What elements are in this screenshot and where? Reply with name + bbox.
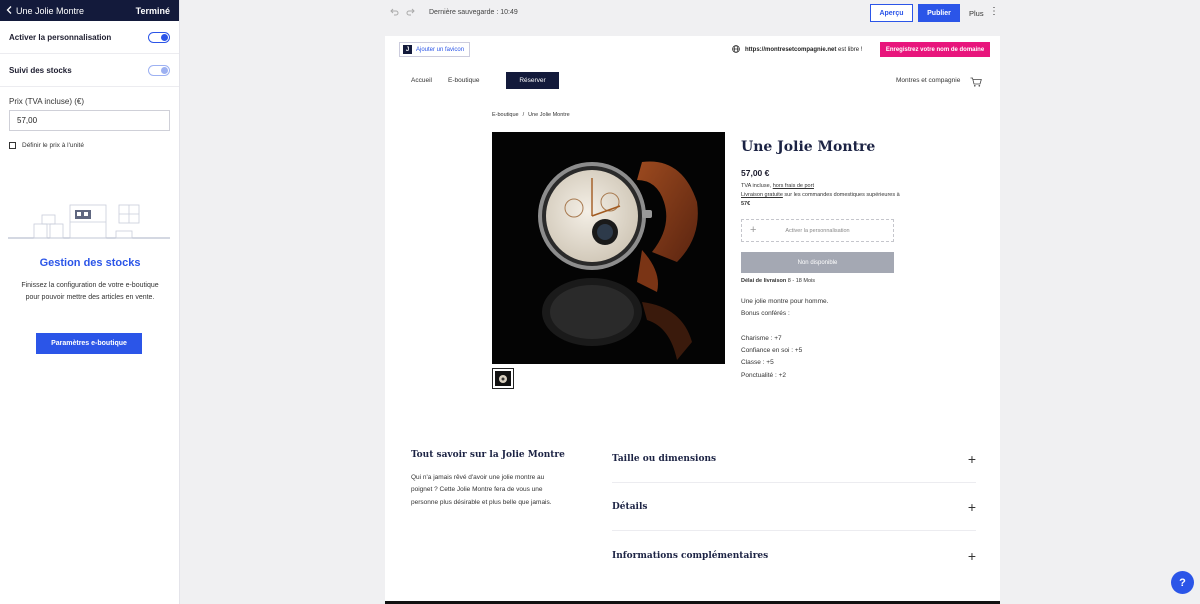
- domain-status: est libre !: [838, 47, 863, 53]
- panel-header: Une Jolie Montre Terminé: [0, 0, 179, 21]
- back-button[interactable]: Une Jolie Montre: [6, 6, 84, 16]
- stock-tracking-row: Suivi des stocks: [0, 54, 179, 87]
- reserve-button[interactable]: Réserver: [506, 72, 559, 89]
- delivery-delay-label: Délai de livraison: [741, 278, 787, 284]
- editor-toolbar: Dernière sauvegarde : 10:49 Aperçu Publi…: [180, 0, 1200, 27]
- product-image[interactable]: [492, 132, 725, 364]
- more-button[interactable]: Plus: [969, 9, 984, 18]
- domain-availability: https://montresetcompagnie.net est libre…: [732, 45, 862, 55]
- redo-icon[interactable]: [406, 8, 415, 18]
- preview-button[interactable]: Aperçu: [870, 4, 913, 22]
- done-button[interactable]: Terminé: [136, 6, 170, 16]
- product-description: Une jolie montre pour homme. Bonus confé…: [741, 296, 828, 382]
- stock-tracking-label: Suivi des stocks: [9, 65, 72, 75]
- product-price: 57,00 €: [741, 168, 770, 178]
- free-shipping-text: sur les commandes domestiques supérieure…: [784, 192, 900, 198]
- free-shipping-link[interactable]: Livraison gratuite: [741, 192, 783, 198]
- description-line: Une jolie montre pour homme.: [741, 298, 829, 305]
- last-saved-status: Dernière sauvegarde : 10:49: [429, 9, 518, 16]
- add-favicon-label: Ajouter un favicon: [416, 46, 465, 53]
- personalization-row: Activer la personnalisation: [0, 21, 179, 54]
- warehouse-illustration-icon: [8, 204, 170, 239]
- unit-price-label: Définir le prix à l'unité: [22, 142, 84, 149]
- product-title: Une Jolie Montre: [741, 139, 876, 155]
- accordion-size[interactable]: Taille ou dimensions +: [612, 436, 976, 483]
- breadcrumb-shop[interactable]: E-boutique: [492, 112, 519, 118]
- plus-icon: +: [967, 547, 976, 564]
- personalization-toggle[interactable]: [148, 31, 170, 43]
- nav-home[interactable]: Accueil: [411, 77, 432, 84]
- price-input[interactable]: [9, 110, 170, 131]
- panel-title: Une Jolie Montre: [16, 5, 85, 16]
- unit-price-checkbox[interactable]: [9, 142, 16, 149]
- register-domain-button[interactable]: Enregistrez votre nom de domaine: [880, 42, 990, 57]
- shop-settings-button[interactable]: Paramètres e-boutique: [36, 333, 142, 354]
- accordion-additional-info[interactable]: Informations complémentaires +: [612, 532, 976, 579]
- accordion-title: Informations complémentaires: [612, 550, 769, 561]
- plus-icon: +: [750, 224, 757, 236]
- delivery-delay-value: 8 - 18 Mois: [787, 278, 815, 284]
- about-text: Qui n'a jamais rêvé d'avoir une jolie mo…: [411, 474, 552, 506]
- toggle-knob: [161, 66, 168, 74]
- watch-photo-icon: [492, 132, 725, 364]
- unavailable-button: Non disponible: [741, 252, 894, 273]
- about-title: Tout savoir sur la Jolie Montre: [411, 450, 565, 460]
- personalization-label: Activer la personnalisation: [9, 32, 112, 42]
- publish-button[interactable]: Publier: [918, 4, 960, 22]
- breadcrumb-current: Une Jolie Montre: [528, 112, 570, 118]
- tax-shipping-info: TVA incluse, hors frais de port Livraiso…: [741, 182, 901, 209]
- undo-icon[interactable]: [390, 8, 399, 18]
- accordion-title: Taille ou dimensions: [612, 454, 717, 464]
- shipping-fees-link[interactable]: hors frais de port: [773, 183, 814, 189]
- accordion-details[interactable]: Détails +: [612, 484, 976, 531]
- plus-icon: +: [967, 499, 976, 515]
- tax-included: TVA incluse,: [741, 183, 772, 189]
- website-canvas: J Ajouter un favicon https://montresetco…: [385, 36, 1000, 604]
- cart-icon[interactable]: [970, 74, 982, 92]
- product-thumbnail[interactable]: [492, 368, 514, 389]
- description-line: Charisme : +7: [741, 334, 782, 342]
- domain-name: https://montresetcompagnie.net: [745, 47, 837, 53]
- accordion-title: Détails: [612, 502, 648, 512]
- site-brand: Montres et compagnie: [896, 77, 961, 84]
- description-line: [741, 321, 828, 333]
- description-line: Classe : +5: [741, 359, 774, 367]
- help-button[interactable]: ?: [1171, 571, 1194, 594]
- personalization-field-label: Activer la personnalisation: [785, 227, 850, 234]
- delivery-delay: Délai de livraison 8 - 18 Mois: [741, 278, 815, 284]
- unit-price-row: Définir le prix à l'unité: [0, 131, 179, 160]
- favicon-icon: J: [403, 45, 412, 54]
- free-shipping-threshold: 57€: [741, 201, 751, 207]
- chevron-left-icon: [6, 5, 12, 16]
- kebab-menu-icon[interactable]: ⋮: [989, 6, 999, 17]
- nav-shop[interactable]: E-boutique: [448, 77, 479, 84]
- description-line: Confiance en soi : +5: [741, 347, 803, 355]
- globe-icon: [732, 45, 740, 55]
- breadcrumb: E-boutique / Une Jolie Montre: [492, 112, 570, 118]
- settings-panel: Une Jolie Montre Terminé Activer la pers…: [0, 0, 180, 604]
- price-label: Prix (TVA incluse) (€): [9, 97, 84, 106]
- stock-tracking-toggle[interactable]: [148, 64, 170, 76]
- description-line: Ponctualité : +2: [741, 371, 786, 379]
- stock-management-title: Gestion des stocks: [39, 257, 141, 269]
- personalization-field[interactable]: + Activer la personnalisation: [741, 219, 894, 242]
- stock-management-description: Finissez la configuration de votre e-bou…: [21, 282, 159, 301]
- add-favicon-button[interactable]: J Ajouter un favicon: [399, 42, 471, 57]
- thumbnail-image: [495, 371, 511, 386]
- plus-icon: +: [967, 451, 976, 467]
- description-line: Bonus conférés :: [741, 310, 790, 318]
- toggle-knob: [161, 33, 168, 41]
- breadcrumb-separator: /: [522, 112, 525, 118]
